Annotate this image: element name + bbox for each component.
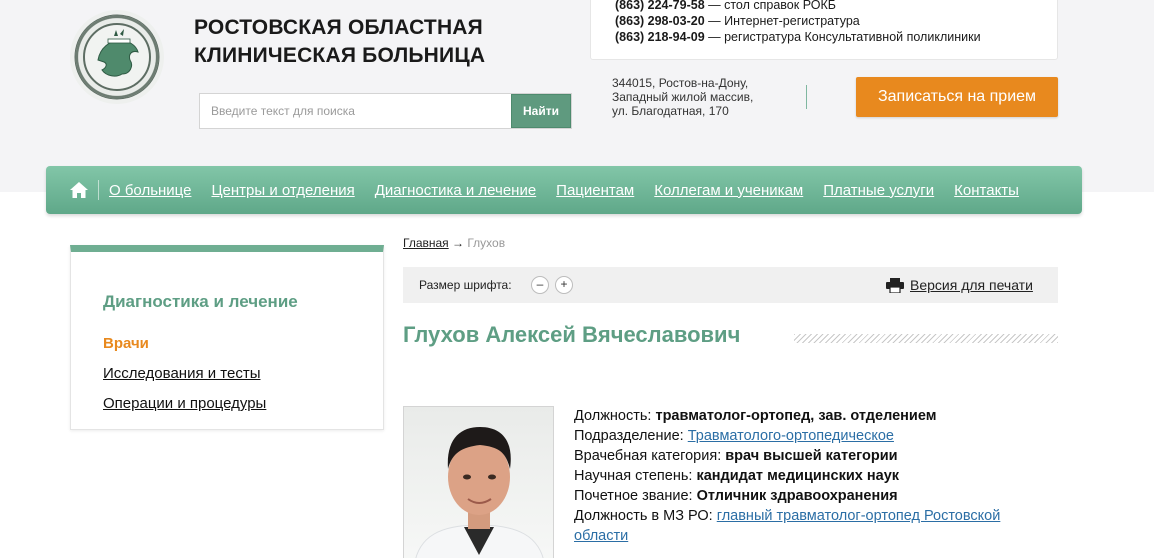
info-honorary-title: Почетное звание: Отличник здравоохранени… [574,486,1044,506]
doctor-name: Глухов Алексей Вячеславович [403,322,741,347]
address-line: ул. Благодатная, 170 [612,104,729,118]
breadcrumb-current: Глухов [467,236,506,250]
font-increase-button[interactable]: + [555,276,573,294]
address-divider [806,85,807,109]
font-size-label: Размер шрифта: [419,278,512,292]
sidebar-item-doctors[interactable]: Врачи [103,335,149,352]
doctor-portrait-icon [415,427,544,558]
appointment-button[interactable]: Записаться на прием [856,77,1058,117]
phone-number[interactable]: (863) 298-03-20 [615,14,705,28]
nav-item-about[interactable]: О больнице [109,182,191,199]
page-toolbar: Размер шрифта: – + Версия для печати [403,267,1058,303]
site-title-line-1: РОСТОВСКАЯ ОБЛАСТНАЯ [194,16,483,39]
site-title-line-2: КЛИНИЧЕСКАЯ БОЛЬНИЦА [194,44,486,67]
breadcrumb-home-link[interactable]: Главная [403,236,449,250]
hospital-address: 344015, Ростов-на-Дону, Западный жилой м… [612,76,782,118]
info-label: Должность: [574,408,656,424]
address-line: Западный жилой массив, [612,90,754,104]
title-hatch-decoration [794,334,1058,343]
info-label: Научная степень: [574,468,697,484]
info-mz-position: Должность в МЗ РО: главный травматолог-о… [574,506,1044,546]
breadcrumb-separator: → [448,236,468,250]
nav-item-colleagues[interactable]: Коллегам и ученикам [654,182,803,199]
info-label: Врачебная категория: [574,448,726,464]
sidebar-title[interactable]: Диагностика и лечение [103,292,298,312]
info-degree: Научная степень: кандидат медицинских на… [574,466,1044,486]
nav-divider [98,180,99,200]
info-value: кандидат медицинских наук [696,468,900,484]
sidebar-item-operations[interactable]: Операции и процедуры [103,395,266,412]
sidebar-item-research[interactable]: Исследования и тесты [103,365,260,382]
info-position: Должность: травматолог-ортопед, зав. отд… [574,406,1044,426]
info-value: врач высшей категории [725,448,898,464]
hospital-emblem-icon [74,14,160,100]
info-category: Врачебная категория: врач высшей категор… [574,446,1044,466]
info-value: Отличник здравоохранения [696,488,898,504]
doctor-info: Должность: травматолог-ортопед, зав. отд… [574,406,1044,546]
doctor-photo [403,406,554,558]
search-input[interactable] [200,94,512,128]
info-label: Почетное звание: [574,488,697,504]
phone-desc: — Интернет-регистратура [704,14,860,28]
nav-item-patients[interactable]: Пациентам [556,182,634,199]
info-label: Подразделение: [574,428,688,444]
phone-number[interactable]: (863) 224-79-58 [615,0,705,12]
search-button[interactable]: Найти [511,94,571,128]
search-form: Найти [199,93,572,129]
font-decrease-button[interactable]: – [531,276,549,294]
breadcrumb: Главная → Глухов [403,236,505,250]
phone-row: (863) 298-03-20 — Интернет-регистратура [615,13,1057,29]
nav-items: О больнице Центры и отделения Диагностик… [109,166,1039,214]
hospital-logo[interactable] [70,10,164,104]
home-icon[interactable] [68,179,90,201]
main-nav: О больнице Центры и отделения Диагностик… [46,166,1082,214]
phone-list: (863) 224-79-58 — стол справок РОКБ (863… [590,0,1058,60]
print-version-link[interactable]: Версия для печати [910,277,1033,293]
info-label: Должность в МЗ РО: [574,508,717,524]
department-link[interactable]: Травматолого-ортопедическое [688,428,894,444]
phone-number[interactable]: (863) 218-94-09 [615,30,705,44]
info-department: Подразделение: Травматолого-ортопедическ… [574,426,1044,446]
nav-item-paid-services[interactable]: Платные услуги [823,182,934,199]
phone-row: (863) 224-79-58 — стол справок РОКБ [615,0,1057,13]
printer-icon[interactable] [886,278,904,293]
sidebar: Диагностика и лечение Врачи Исследования… [70,245,384,430]
phone-row: (863) 218-94-09 — регистратура Консульта… [615,29,1057,45]
phone-desc: — регистратура Консультативной поликлини… [704,30,981,44]
info-value: травматолог-ортопед, зав. отделением [655,408,937,424]
nav-item-diagnostics[interactable]: Диагностика и лечение [375,182,536,199]
nav-item-contacts[interactable]: Контакты [954,182,1019,199]
site-title[interactable]: РОСТОВСКАЯ ОБЛАСТНАЯ КЛИНИЧЕСКАЯ БОЛЬНИЦ… [194,14,554,70]
nav-item-centers[interactable]: Центры и отделения [211,182,354,199]
phone-desc: — стол справок РОКБ [704,0,836,12]
address-line: 344015, Ростов-на-Дону, [612,76,749,90]
